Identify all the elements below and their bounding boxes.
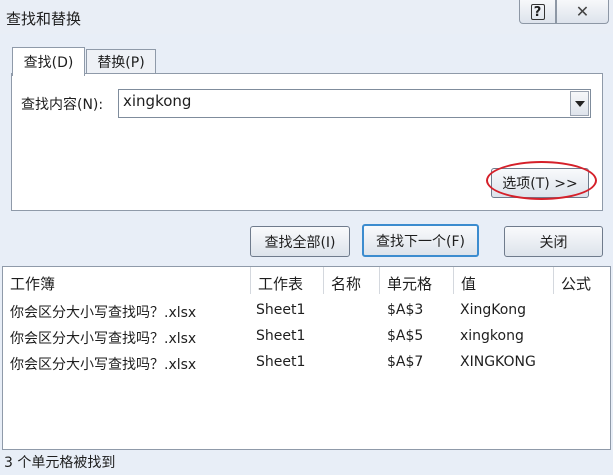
row-workbook: 你会区分大小写查找吗？.xlsx (10, 331, 197, 347)
highlight-annotation (486, 161, 597, 200)
find-next-button[interactable]: 查找下一个(F) (362, 224, 479, 257)
column-header-cell[interactable]: 单元格 (380, 267, 454, 294)
column-header-value[interactable]: 值 (454, 267, 554, 294)
column-header-workbook[interactable]: 工作簿 (3, 267, 251, 294)
find-next-label: 查找下一个(F) (376, 233, 465, 250)
close-button[interactable]: 关闭 (504, 226, 603, 257)
tab-replace[interactable]: 替换(P) (86, 49, 156, 74)
help-button[interactable]: ? (519, 0, 556, 24)
find-what-input[interactable]: xingkong (118, 89, 591, 118)
chevron-down-icon (574, 100, 585, 107)
column-header-sheet[interactable]: 工作表 (251, 267, 324, 294)
window-title: 查找和替换 (6, 10, 82, 28)
row-sheet: Sheet1 (256, 354, 306, 370)
close-icon: ✕ (575, 2, 590, 21)
find-all-button[interactable]: 查找全部(I) (250, 226, 350, 257)
status-text: 3 个单元格被找到 (4, 455, 116, 471)
tab-find-label: 查找(D) (23, 55, 74, 71)
row-cell: $A$5 (387, 328, 424, 344)
find-all-label: 查找全部(I) (264, 234, 336, 251)
row-cell: $A$3 (387, 302, 424, 318)
row-sheet: Sheet1 (256, 302, 306, 318)
find-what-label: 查找内容(N): (21, 97, 104, 113)
column-header-name[interactable]: 名称 (324, 267, 380, 294)
column-header-formula[interactable]: 公式 (554, 267, 610, 294)
row-cell: $A$7 (387, 354, 424, 370)
close-label: 关闭 (539, 234, 568, 251)
row-workbook: 你会区分大小写查找吗？.xlsx (10, 305, 197, 321)
help-icon: ? (530, 3, 545, 20)
row-sheet: Sheet1 (256, 328, 306, 344)
window-close-button[interactable]: ✕ (556, 0, 609, 24)
row-value: XINGKONG (460, 354, 536, 370)
tab-find[interactable]: 查找(D) (12, 47, 85, 76)
find-history-dropdown[interactable] (570, 91, 589, 116)
row-workbook: 你会区分大小写查找吗？.xlsx (10, 357, 197, 373)
row-value: XingKong (460, 302, 527, 318)
results-list[interactable]: 工作簿 工作表 名称 单元格 值 公式 你会区分大小写查找吗？.xlsx She… (2, 266, 611, 450)
row-value: xingkong (460, 328, 524, 344)
tab-replace-label: 替换(P) (97, 55, 145, 71)
